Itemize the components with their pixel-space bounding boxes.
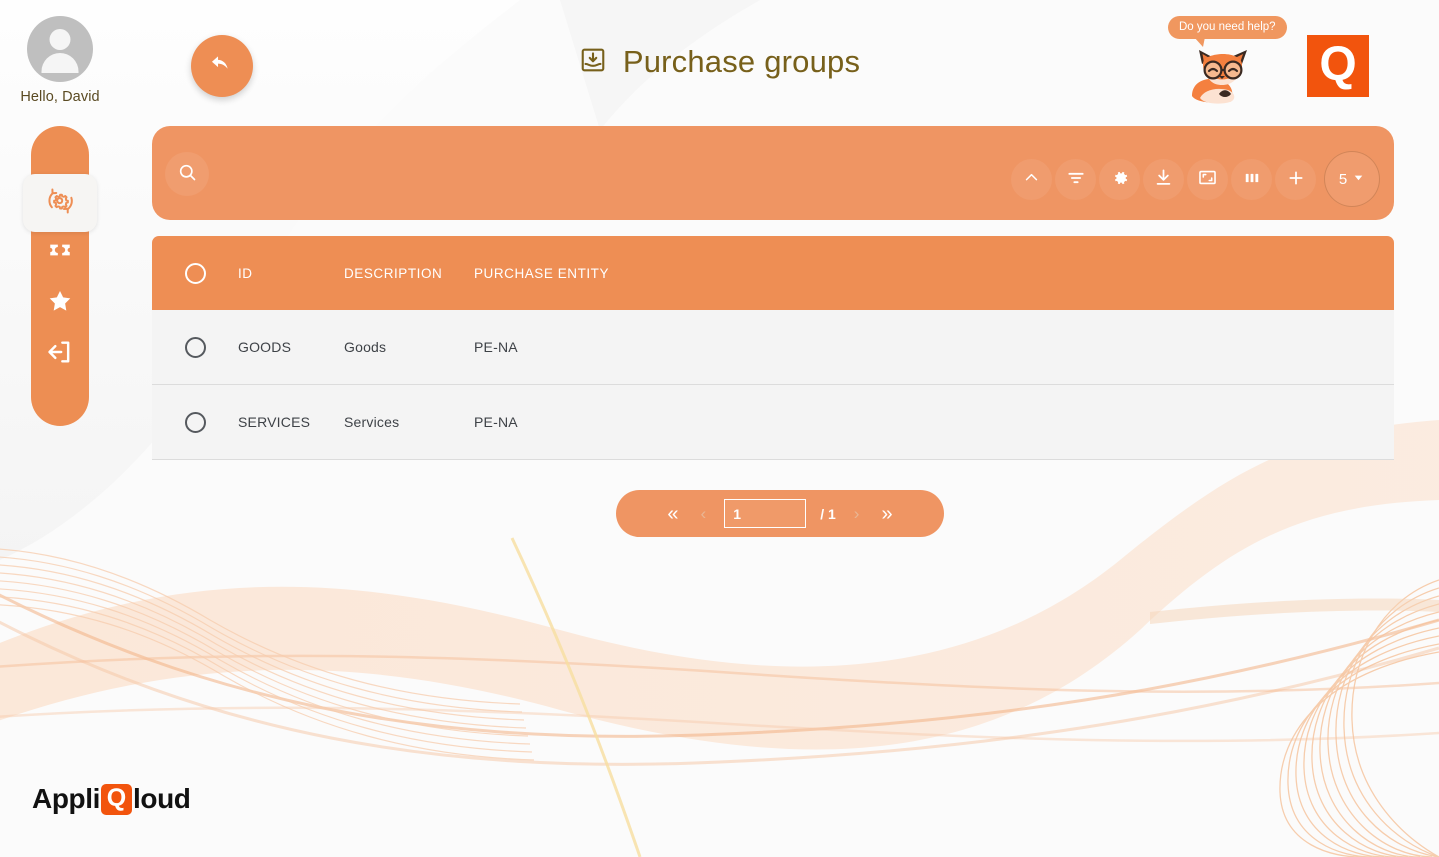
- fullscreen-icon: [1197, 167, 1218, 191]
- row-select-cell: [152, 337, 238, 358]
- back-button[interactable]: [191, 35, 253, 97]
- cell-id: GOODS: [238, 339, 344, 355]
- table-row[interactable]: SERVICES Services PE-NA: [152, 385, 1394, 460]
- columns-icon: [1242, 168, 1262, 191]
- first-page-button[interactable]: «: [663, 502, 682, 526]
- avatar-body-shape: [42, 53, 79, 73]
- sidebar-item-tickets[interactable]: [31, 227, 89, 277]
- fox-mascot-icon[interactable]: [1186, 48, 1264, 111]
- next-page-button[interactable]: ›: [850, 503, 864, 524]
- brand-logo: Q: [1307, 35, 1369, 97]
- cell-purchase-entity: PE-NA: [474, 339, 1394, 355]
- cell-id: SERVICES: [238, 414, 344, 430]
- gear-icon: [1110, 168, 1130, 191]
- help-bubble[interactable]: Do you need help?: [1168, 16, 1287, 39]
- columns-button[interactable]: [1231, 159, 1272, 200]
- footer-logo-q-letter: Q: [107, 786, 126, 811]
- search-icon: [177, 162, 198, 186]
- row-select-radio[interactable]: [185, 337, 206, 358]
- toolbar-actions: 5: [1011, 151, 1380, 207]
- settings-sync-icon: [44, 185, 76, 222]
- greeting-label: Hello, David: [13, 89, 107, 105]
- column-header-description[interactable]: DESCRIPTION: [344, 266, 474, 281]
- page-number-input[interactable]: [724, 499, 806, 528]
- page-title-label: Purchase groups: [623, 44, 860, 80]
- cell-description: Goods: [344, 339, 474, 355]
- cell-description: Services: [344, 414, 474, 430]
- footer-logo-q-badge: Q: [101, 784, 132, 815]
- download-icon: [1154, 168, 1173, 190]
- total-pages-label: / 1: [820, 506, 836, 522]
- undo-arrow-icon: [208, 51, 236, 82]
- export-button[interactable]: [1143, 159, 1184, 200]
- row-select-radio[interactable]: [185, 412, 206, 433]
- filter-button[interactable]: [1055, 159, 1096, 200]
- user-profile[interactable]: Hello, David: [13, 16, 107, 105]
- fullscreen-button[interactable]: [1187, 159, 1228, 200]
- pagination: « ‹ / 1 › »: [616, 490, 944, 537]
- app-root: Hello, David: [0, 0, 1439, 857]
- settings-button[interactable]: [1099, 159, 1140, 200]
- column-header-purchase-entity[interactable]: PURCHASE ENTITY: [474, 266, 1394, 281]
- logout-icon: [46, 338, 74, 371]
- page-size-value: 5: [1339, 171, 1347, 188]
- page-size-selector[interactable]: 5: [1324, 151, 1380, 207]
- download-box-icon: [579, 46, 607, 79]
- data-table: ID DESCRIPTION PURCHASE ENTITY GOODS Goo…: [152, 236, 1394, 460]
- table-toolbar: 5: [152, 126, 1394, 220]
- sidebar-rail: [31, 126, 89, 426]
- sidebar-item-processes[interactable]: [23, 174, 97, 232]
- ticket-icon: [47, 237, 73, 268]
- prev-page-button[interactable]: ‹: [697, 503, 711, 524]
- plus-icon: [1286, 168, 1306, 191]
- collapse-button[interactable]: [1011, 159, 1052, 200]
- brand-logo-letter: Q: [1319, 41, 1356, 89]
- sidebar-item-logout[interactable]: [31, 329, 89, 379]
- footer-logo: Appli Q loud: [32, 783, 191, 815]
- cell-purchase-entity: PE-NA: [474, 414, 1394, 430]
- star-icon: [46, 287, 74, 320]
- add-button[interactable]: [1275, 159, 1316, 200]
- footer-logo-part1: Appli: [32, 783, 100, 815]
- chevron-up-icon: [1023, 169, 1040, 189]
- chevron-down-icon: [1352, 171, 1365, 187]
- filter-icon: [1066, 168, 1086, 191]
- search-button[interactable]: [165, 152, 209, 196]
- avatar[interactable]: [27, 16, 93, 82]
- footer-logo-part2: loud: [133, 783, 191, 815]
- select-all-cell: [152, 263, 238, 284]
- table-row[interactable]: GOODS Goods PE-NA: [152, 310, 1394, 385]
- row-select-cell: [152, 412, 238, 433]
- select-all-radio[interactable]: [185, 263, 206, 284]
- table-header-row: ID DESCRIPTION PURCHASE ENTITY: [152, 236, 1394, 310]
- column-header-id[interactable]: ID: [238, 266, 344, 281]
- avatar-head-shape: [50, 29, 71, 50]
- sidebar-item-favorites[interactable]: [31, 278, 89, 328]
- last-page-button[interactable]: »: [877, 502, 896, 526]
- help-assistant[interactable]: Do you need help?: [1168, 16, 1288, 106]
